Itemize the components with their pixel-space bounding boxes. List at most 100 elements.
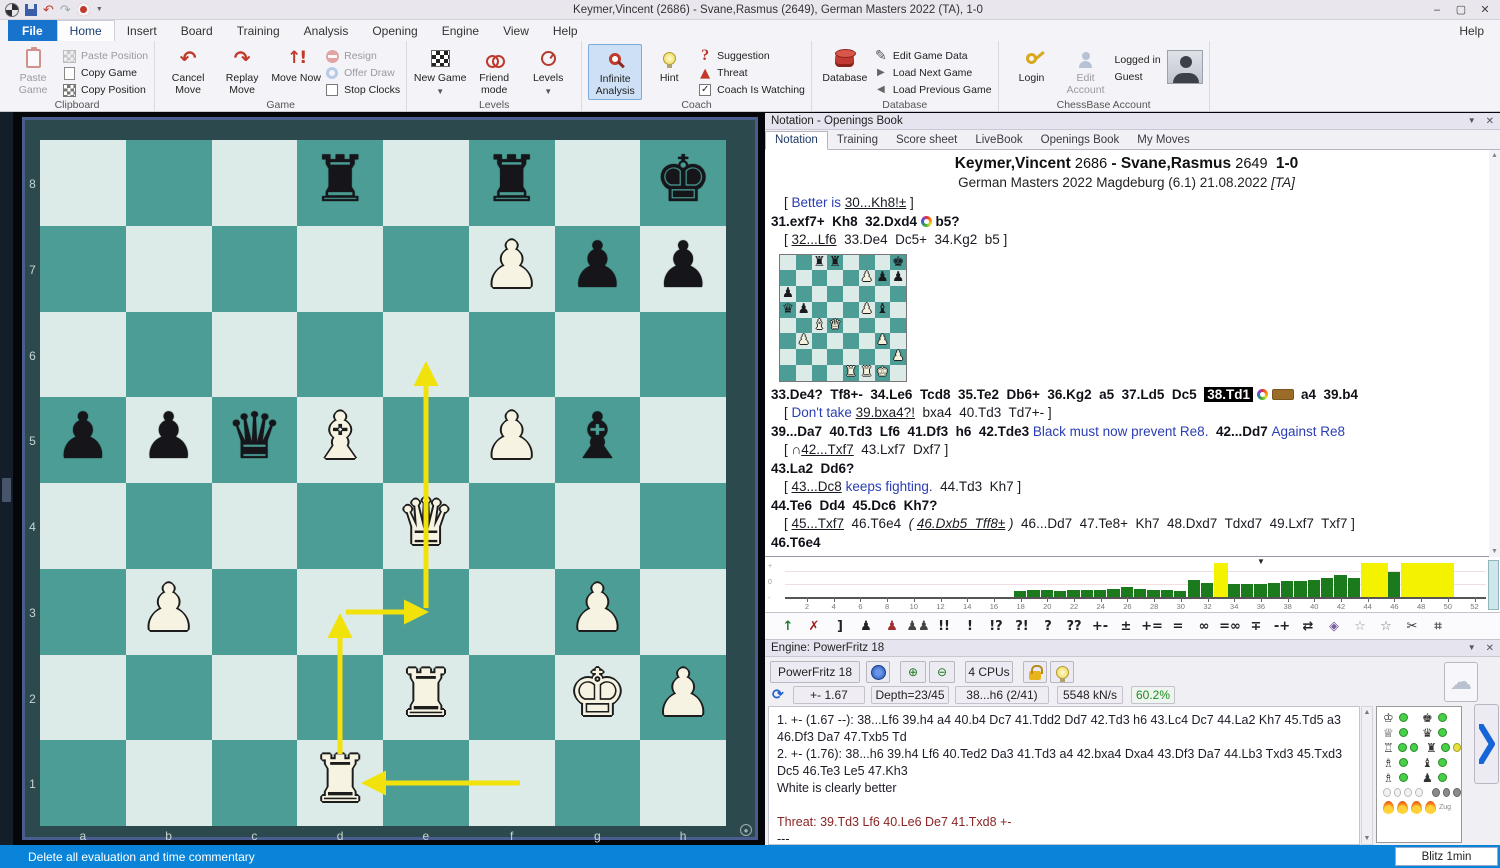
cpus-button[interactable]: 4 CPUs — [965, 661, 1013, 683]
eval-bar-move-46[interactable] — [1388, 572, 1400, 597]
load-next-game-button[interactable]: ▶Load Next Game — [874, 66, 992, 80]
move-text[interactable]: [ ∩ — [784, 442, 801, 457]
square-c5[interactable]: ♛ — [212, 397, 298, 483]
eval-bar-move-20[interactable] — [1041, 590, 1053, 597]
engine-panel-header[interactable]: Engine: PowerFritz 18 ▼ ✕ — [765, 640, 1500, 657]
square-a3[interactable] — [40, 569, 126, 655]
annotation-symbol-10[interactable]: ? — [1035, 619, 1061, 634]
annotation-symbol-6[interactable]: !! — [931, 619, 957, 634]
infinite-analysis-button[interactable]: Infinite Analysis — [588, 44, 642, 100]
annotation-symbol-24[interactable]: ✂ — [1399, 619, 1425, 634]
square-e1[interactable] — [383, 740, 469, 826]
tab-help[interactable]: Help — [541, 20, 590, 41]
livebook-ring-icon[interactable] — [1257, 389, 1268, 400]
square-f2[interactable] — [469, 655, 555, 741]
eval-bar-move-27[interactable] — [1134, 589, 1146, 597]
annotation-symbol-4[interactable]: ♟ — [879, 619, 905, 634]
move-text[interactable]: 43.La2 Dd6? — [771, 461, 854, 476]
square-c2[interactable] — [212, 655, 298, 741]
move-text[interactable]: 46...Dd7 47.Te8+ Kh7 48.Dxd7 Tdxd7 49.Lx… — [1014, 516, 1355, 531]
close-button[interactable]: ✕ — [1474, 2, 1496, 18]
copy-game-button[interactable]: Copy Game — [62, 66, 148, 80]
cloud-engine-button[interactable]: ☁ — [1444, 662, 1478, 702]
scroll-down-icon[interactable]: ▼ — [1491, 548, 1498, 555]
eval-bar-move-28[interactable] — [1147, 590, 1159, 597]
move-text[interactable]: 39.bxa4?! — [856, 405, 915, 420]
move-text[interactable]: 46.T6e4 — [771, 535, 821, 550]
eval-bar-move-50[interactable] — [1441, 563, 1454, 597]
eval-bar-move-47[interactable] — [1401, 563, 1414, 597]
tab-livebook[interactable]: LiveBook — [966, 132, 1031, 149]
cancel-move-button[interactable]: ↶Cancel Move — [161, 44, 215, 100]
move-text[interactable]: ) — [1005, 516, 1013, 531]
annotation-symbol-21[interactable]: ◈ — [1321, 619, 1347, 634]
annotation-symbol-15[interactable]: = — [1165, 619, 1191, 634]
move-text[interactable]: 44.Te6 Dd4 45.Dc6 Kh7? — [771, 498, 937, 513]
square-c3[interactable] — [212, 569, 298, 655]
square-e6[interactable] — [383, 312, 469, 398]
scroll-down-icon[interactable]: ▼ — [1364, 835, 1371, 842]
tab-my-moves[interactable]: My Moves — [1128, 132, 1198, 149]
maximize-button[interactable]: ▢ — [1450, 2, 1472, 18]
move-text[interactable]: ( — [909, 516, 917, 531]
eval-bar-move-37[interactable] — [1268, 583, 1280, 597]
annotation-symbol-5[interactable]: ♟♟ — [905, 619, 931, 634]
square-a7[interactable] — [40, 226, 126, 312]
white-king-g2[interactable]: ♚ — [569, 662, 626, 726]
eval-bar-move-19[interactable] — [1027, 590, 1039, 597]
annotation-symbol-9[interactable]: ?! — [1009, 619, 1035, 634]
annotation-symbol-12[interactable]: +- — [1087, 619, 1113, 634]
white-bishop-d5[interactable]: ♝ — [311, 405, 368, 469]
square-e2[interactable]: ♜ — [383, 655, 469, 741]
zoom-in-button[interactable]: ⊕ — [900, 661, 926, 683]
square-d1[interactable]: ♜ — [297, 740, 383, 826]
square-d3[interactable] — [297, 569, 383, 655]
square-c6[interactable] — [212, 312, 298, 398]
annotation-symbol-20[interactable]: ⇄ — [1295, 619, 1321, 634]
annotation-symbol-7[interactable]: ! — [957, 619, 983, 634]
square-d8[interactable]: ♜ — [297, 140, 383, 226]
move-text[interactable]: [ — [784, 516, 792, 531]
annotation-symbol-25[interactable]: ⌗ — [1425, 619, 1451, 634]
minimize-button[interactable]: – — [1426, 2, 1448, 18]
square-f3[interactable] — [469, 569, 555, 655]
white-rook-e2[interactable]: ♜ — [397, 662, 454, 726]
eval-bar-move-24[interactable] — [1094, 590, 1106, 597]
black-queen-c5[interactable]: ♛ — [226, 405, 283, 469]
dropdown-chevron-icon[interactable]: ▼ — [544, 87, 552, 96]
black-rook-d8[interactable]: ♜ — [311, 148, 368, 212]
panel-splitter-handle[interactable] — [2, 478, 11, 502]
square-g7[interactable]: ♟ — [555, 226, 641, 312]
move-text[interactable]: ] — [906, 195, 914, 210]
tab-score-sheet[interactable]: Score sheet — [887, 132, 966, 149]
square-e5[interactable] — [383, 397, 469, 483]
white-pawn-f5[interactable]: ♟ — [483, 405, 540, 469]
square-f1[interactable] — [469, 740, 555, 826]
tab-opening[interactable]: Opening — [360, 20, 429, 41]
square-a2[interactable] — [40, 655, 126, 741]
square-f7[interactable]: ♟ — [469, 226, 555, 312]
tab-openings-book[interactable]: Openings Book — [1032, 132, 1129, 149]
black-rook-f8[interactable]: ♜ — [483, 148, 540, 212]
annotation-symbol-11[interactable]: ?? — [1061, 619, 1087, 634]
stop-clocks-button[interactable]: Stop Clocks — [325, 83, 400, 97]
edit-game-data-button[interactable]: ✎Edit Game Data — [874, 49, 992, 63]
replay-move-button[interactable]: ↷Replay Move — [215, 44, 269, 100]
close-icon[interactable]: ✕ — [1486, 116, 1494, 127]
black-pawn-a5[interactable]: ♟ — [54, 405, 111, 469]
square-f8[interactable]: ♜ — [469, 140, 555, 226]
move-text[interactable]: 33.De4 Dc5+ 34.Kg2 b5 ] — [837, 232, 1008, 247]
move-text[interactable]: [ — [784, 405, 792, 420]
tab-analysis[interactable]: Analysis — [292, 20, 361, 41]
engine-assessment[interactable]: White is clearly better — [777, 780, 1351, 797]
square-a5[interactable]: ♟ — [40, 397, 126, 483]
square-g6[interactable] — [555, 312, 641, 398]
move-text[interactable]: 45...Txf7 — [792, 516, 845, 531]
black-bishop-g5[interactable]: ♝ — [569, 405, 626, 469]
move-text[interactable]: 32...Lf6 — [792, 232, 837, 247]
annotation-symbol-18[interactable]: ∓ — [1243, 619, 1269, 634]
square-e3[interactable] — [383, 569, 469, 655]
engine-scrollbar[interactable]: ▲ ▼ — [1361, 706, 1373, 845]
square-a6[interactable] — [40, 312, 126, 398]
tab-training[interactable]: Training — [828, 132, 887, 149]
